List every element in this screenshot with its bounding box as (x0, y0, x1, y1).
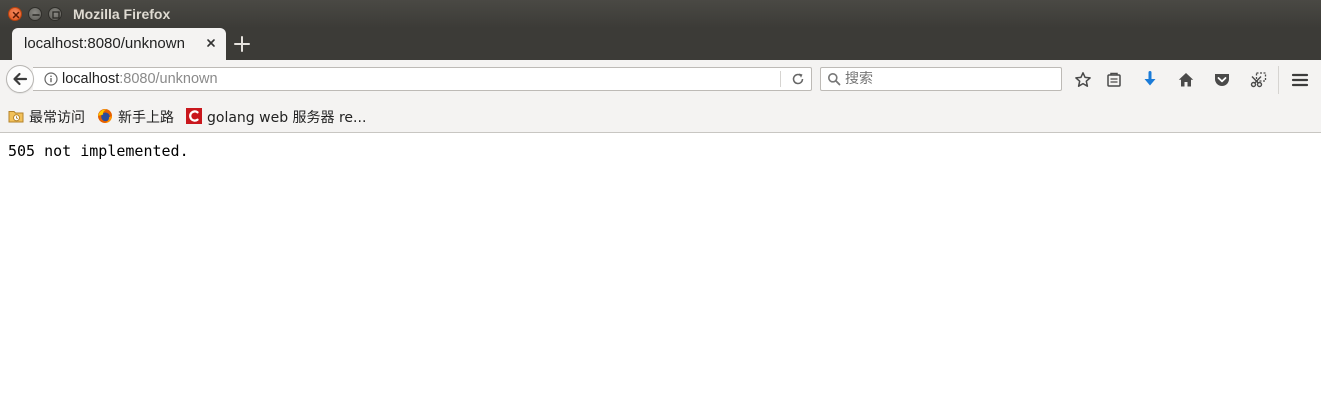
home-icon[interactable] (1177, 71, 1195, 89)
tab-active[interactable]: localhost:8080/unknown (12, 28, 226, 60)
window-maximize-button[interactable] (48, 7, 62, 21)
search-bar[interactable] (820, 67, 1062, 91)
search-icon (828, 73, 841, 86)
bookmark-label: 新手上路 (118, 110, 174, 126)
bookmark-label: 最常访问 (29, 110, 85, 126)
url-bar-divider (780, 71, 781, 87)
pocket-icon[interactable] (1213, 71, 1231, 89)
url-host: localhost (62, 71, 120, 87)
hamburger-menu-icon[interactable] (1291, 71, 1309, 89)
window-title: Mozilla Firefox (73, 6, 171, 22)
toolbar-divider (1278, 66, 1279, 94)
bookmark-star-icon[interactable] (1074, 71, 1092, 89)
close-icon (12, 11, 20, 19)
bookmark-most-visited[interactable]: 最常访问 (8, 107, 92, 126)
url-text[interactable]: localhost:8080/unknown (62, 71, 218, 87)
bookmarks-toolbar: 最常访问 新手上路 golang web 服务器 re... (0, 100, 1321, 133)
page-content: 505 not implemented. (0, 133, 1321, 406)
search-input[interactable] (845, 71, 1045, 87)
back-arrow-icon (13, 72, 28, 86)
window-minimize-button[interactable] (28, 7, 42, 21)
tab-strip: localhost:8080/unknown (0, 28, 1321, 60)
url-path: :8080/unknown (119, 71, 218, 87)
minimize-icon (32, 14, 40, 16)
url-bar[interactable]: localhost:8080/unknown (33, 67, 812, 91)
bookmarks-menu-icon[interactable] (1105, 71, 1123, 89)
maximize-icon (52, 11, 60, 19)
bookmark-getting-started[interactable]: 新手上路 (97, 107, 181, 126)
csdn-c-icon (186, 108, 202, 124)
back-button[interactable] (6, 65, 34, 93)
folder-clock-icon (8, 111, 24, 123)
response-body-text: 505 not implemented. (8, 142, 189, 160)
site-info-icon[interactable] (44, 72, 58, 86)
new-tab-icon[interactable] (233, 35, 251, 53)
download-icon[interactable] (1141, 71, 1159, 89)
window-titlebar: Mozilla Firefox (0, 0, 1321, 28)
tab-close-icon[interactable] (204, 36, 218, 50)
tab-title: localhost:8080/unknown (24, 35, 185, 52)
window-close-button[interactable] (8, 7, 22, 21)
reload-icon[interactable] (791, 72, 805, 86)
bookmark-label: golang web 服务器 re... (207, 110, 367, 126)
firefox-icon (98, 109, 112, 123)
bookmark-golang-web-server[interactable]: golang web 服务器 re... (186, 107, 376, 126)
screenshot-icon[interactable] (1249, 71, 1267, 89)
navigation-toolbar: localhost:8080/unknown (0, 60, 1321, 100)
